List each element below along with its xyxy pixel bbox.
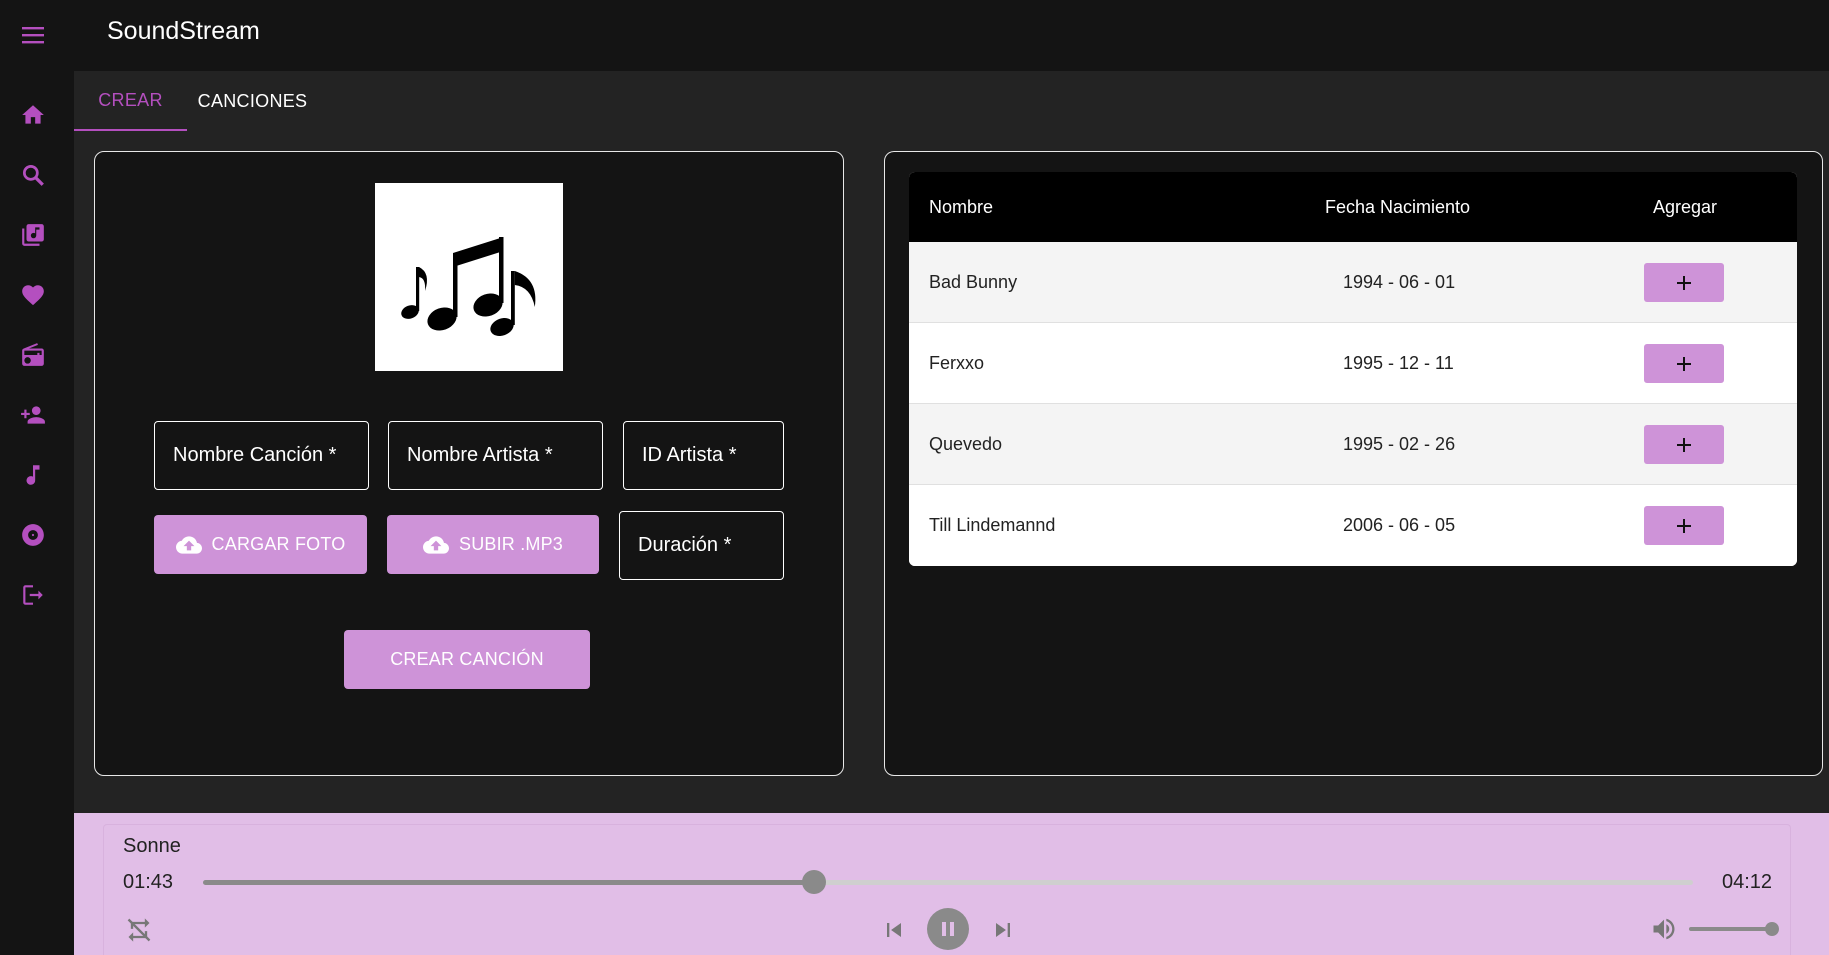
album-icon[interactable] — [17, 519, 49, 551]
menu-icon[interactable] — [18, 20, 48, 50]
volume-fill — [1689, 927, 1774, 931]
add-artist-button[interactable] — [1644, 506, 1724, 545]
song-name-field[interactable]: Nombre Canción * — [154, 421, 369, 490]
person-add-icon[interactable] — [17, 399, 49, 431]
song-name-label: Nombre Canción * — [173, 444, 337, 466]
artist-name: Quevedo — [929, 433, 1003, 454]
header-birthdate: Fecha Nacimiento — [1325, 196, 1471, 217]
cloud-upload-icon — [422, 535, 449, 554]
upload-mp3-label: SUBIR .MP3 — [458, 534, 564, 554]
now-playing-title: Sonne — [123, 835, 181, 857]
artist-name-field[interactable]: Nombre Artista * — [388, 421, 603, 490]
volume-thumb[interactable] — [1765, 922, 1779, 936]
artist-birthdate: 2006 - 06 - 05 — [1343, 514, 1456, 535]
artist-name: Ferxxo — [929, 352, 985, 373]
artists-table: Nombre Fecha Nacimiento Agregar Bad Bunn… — [909, 172, 1797, 566]
plus-icon — [1677, 275, 1691, 290]
table-row: Till Lindemannd 2006 - 06 - 05 — [909, 485, 1797, 566]
artist-birthdate: 1995 - 02 - 26 — [1343, 433, 1456, 454]
duration-field[interactable]: Duración * — [619, 511, 784, 580]
current-time: 01:43 — [123, 871, 174, 893]
home-icon[interactable] — [17, 99, 49, 131]
app-title: SoundStream — [107, 17, 260, 45]
create-song-button[interactable]: CREAR CANCIÓN — [344, 630, 590, 689]
music-note-icon[interactable] — [17, 459, 49, 491]
add-artist-button[interactable] — [1644, 425, 1724, 464]
app-bar: SoundStream — [0, 0, 1829, 71]
artist-name: Till Lindemannd — [929, 514, 1056, 535]
repeat-off-icon[interactable] — [124, 915, 154, 945]
plus-icon — [1677, 356, 1691, 371]
search-icon[interactable] — [17, 159, 49, 191]
skip-next-icon[interactable] — [987, 914, 1019, 946]
progress-fill — [203, 880, 814, 885]
music-notes-icon — [401, 237, 536, 336]
skip-previous-icon[interactable] — [878, 914, 910, 946]
add-artist-button[interactable] — [1644, 263, 1724, 302]
tab-canciones[interactable]: CANCIONES — [187, 71, 318, 131]
radio-icon[interactable] — [17, 339, 49, 371]
pause-icon[interactable] — [927, 908, 969, 950]
add-artist-button[interactable] — [1644, 344, 1724, 383]
plus-icon — [1677, 518, 1691, 533]
tab-bar: CREAR CANCIONES — [74, 71, 1829, 131]
cloud-upload-icon — [175, 535, 202, 554]
progress-thumb[interactable] — [801, 870, 826, 894]
table-header: Nombre Fecha Nacimiento Agregar — [909, 172, 1797, 242]
volume-icon[interactable] — [1649, 914, 1679, 944]
upload-photo-button[interactable]: CARGAR FOTO — [154, 515, 367, 574]
artist-birthdate: 1994 - 06 - 01 — [1343, 271, 1456, 292]
song-cover-image — [375, 183, 563, 371]
volume-slider[interactable] — [1689, 927, 1774, 931]
duration-label: Duración * — [638, 534, 732, 556]
tab-crear[interactable]: CREAR — [74, 71, 187, 131]
logout-icon[interactable] — [17, 579, 49, 611]
total-time: 04:12 — [1722, 871, 1773, 893]
sidebar — [0, 71, 74, 955]
library-music-icon[interactable] — [17, 219, 49, 251]
table-row: Bad Bunny 1994 - 06 - 01 — [909, 242, 1797, 323]
artist-birthdate: 1995 - 12 - 11 — [1343, 352, 1454, 373]
header-name: Nombre — [929, 196, 994, 217]
upload-mp3-button[interactable]: SUBIR .MP3 — [387, 515, 599, 574]
create-song-label: CREAR CANCIÓN — [390, 649, 544, 669]
table-row: Quevedo 1995 - 02 - 26 — [909, 404, 1797, 485]
table-row: Ferxxo 1995 - 12 - 11 — [909, 323, 1797, 404]
artist-name: Bad Bunny — [929, 271, 1018, 292]
header-add: Agregar — [1653, 196, 1718, 217]
upload-photo-label: CARGAR FOTO — [211, 534, 346, 554]
heart-icon[interactable] — [17, 279, 49, 311]
progress-slider[interactable] — [203, 880, 1693, 885]
artist-name-label: Nombre Artista * — [407, 444, 553, 466]
plus-icon — [1677, 437, 1691, 452]
artist-id-label: ID Artista * — [642, 444, 737, 466]
artist-id-field[interactable]: ID Artista * — [623, 421, 784, 490]
